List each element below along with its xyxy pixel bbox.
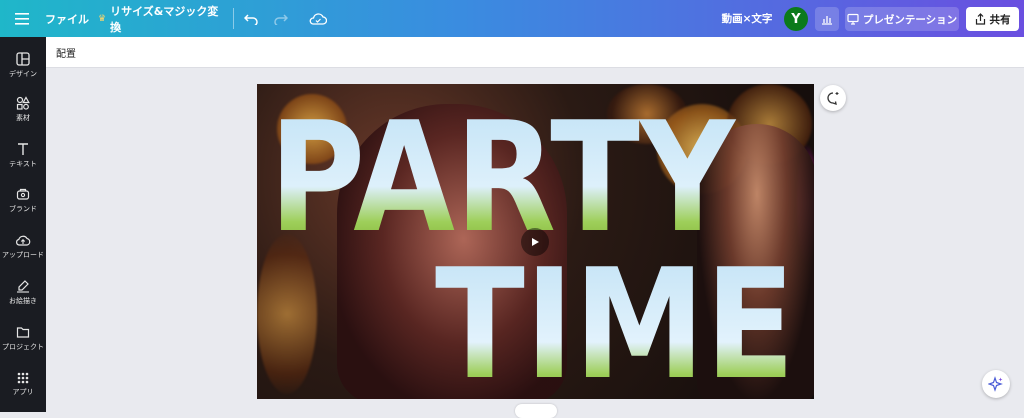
play-icon bbox=[532, 238, 539, 246]
play-button[interactable] bbox=[521, 228, 549, 256]
sidebar-item-draw[interactable]: お絵描き bbox=[0, 272, 46, 312]
crown-icon: ♛ bbox=[98, 13, 107, 24]
upload-icon bbox=[16, 235, 31, 246]
magic-assistant-button[interactable] bbox=[982, 370, 1010, 398]
shapes-icon bbox=[16, 95, 30, 110]
sidebar-item-uploads[interactable]: アップロード bbox=[0, 226, 46, 266]
share-button[interactable]: 共有 bbox=[966, 7, 1019, 31]
text-line-time[interactable]: TIME bbox=[435, 236, 795, 399]
sidebar-item-label: プロジェクト bbox=[2, 342, 44, 351]
menu-button[interactable] bbox=[8, 0, 36, 37]
share-label: 共有 bbox=[989, 13, 1011, 26]
resize-label: リサイズ&マジック変換 bbox=[110, 4, 219, 34]
folder-icon bbox=[16, 326, 30, 338]
left-sidebar: デザイン 素材 テキスト ブランド アップロード お絵描き プロジェクト アプリ bbox=[0, 37, 46, 412]
insights-button[interactable] bbox=[815, 7, 839, 31]
present-button[interactable]: プレゼンテーション bbox=[845, 7, 959, 31]
present-label: プレゼンテーション bbox=[862, 13, 958, 26]
sparkle-icon bbox=[988, 376, 1003, 392]
comment-plus-icon bbox=[827, 92, 839, 105]
sidebar-item-label: ブランド bbox=[9, 204, 37, 213]
avatar[interactable]: Y bbox=[784, 7, 808, 31]
sidebar-item-label: 素材 bbox=[16, 113, 30, 122]
sidebar-item-label: デザイン bbox=[9, 69, 37, 78]
undo-button[interactable] bbox=[240, 0, 262, 37]
sidebar-item-elements[interactable]: 素材 bbox=[0, 89, 46, 129]
context-toolbar: 配置 bbox=[46, 37, 1024, 68]
design-title[interactable]: 動画×文字 bbox=[720, 0, 774, 37]
presentation-icon bbox=[847, 13, 859, 25]
cloud-check-icon bbox=[309, 12, 327, 25]
redo-button[interactable] bbox=[270, 0, 292, 37]
undo-icon bbox=[244, 13, 258, 25]
sidebar-item-brand[interactable]: ブランド bbox=[0, 180, 46, 220]
sidebar-item-text[interactable]: テキスト bbox=[0, 135, 46, 175]
draw-icon bbox=[17, 279, 29, 293]
sidebar-item-projects[interactable]: プロジェクト bbox=[0, 318, 46, 358]
redo-icon bbox=[274, 13, 288, 25]
bar-chart-icon bbox=[822, 16, 832, 25]
save-status-button[interactable] bbox=[306, 0, 330, 37]
hamburger-icon bbox=[15, 12, 29, 25]
brand-icon bbox=[16, 188, 30, 200]
layout-icon bbox=[16, 51, 30, 66]
resize-magic-button[interactable]: ♛ リサイズ&マジック変換 bbox=[98, 0, 224, 37]
position-button[interactable]: 配置 bbox=[56, 45, 76, 60]
share-icon bbox=[975, 13, 985, 25]
text-icon bbox=[18, 142, 28, 155]
top-bar: ファイル ♛ リサイズ&マジック変換 動画×文字 Y プレゼンテーション 共有 bbox=[0, 0, 1024, 37]
page-handle[interactable] bbox=[515, 404, 557, 418]
add-comment-button[interactable] bbox=[820, 85, 846, 111]
file-menu-button[interactable]: ファイル bbox=[44, 0, 90, 37]
sidebar-item-apps[interactable]: アプリ bbox=[0, 364, 46, 404]
sidebar-item-label: アプリ bbox=[12, 387, 34, 396]
sidebar-item-label: お絵描き bbox=[9, 296, 37, 305]
toolbar-divider bbox=[233, 8, 234, 29]
sidebar-item-label: テキスト bbox=[9, 159, 37, 168]
apps-icon bbox=[17, 372, 29, 383]
sidebar-item-label: アップロード bbox=[2, 250, 44, 259]
sidebar-item-design[interactable]: デザイン bbox=[0, 45, 46, 85]
